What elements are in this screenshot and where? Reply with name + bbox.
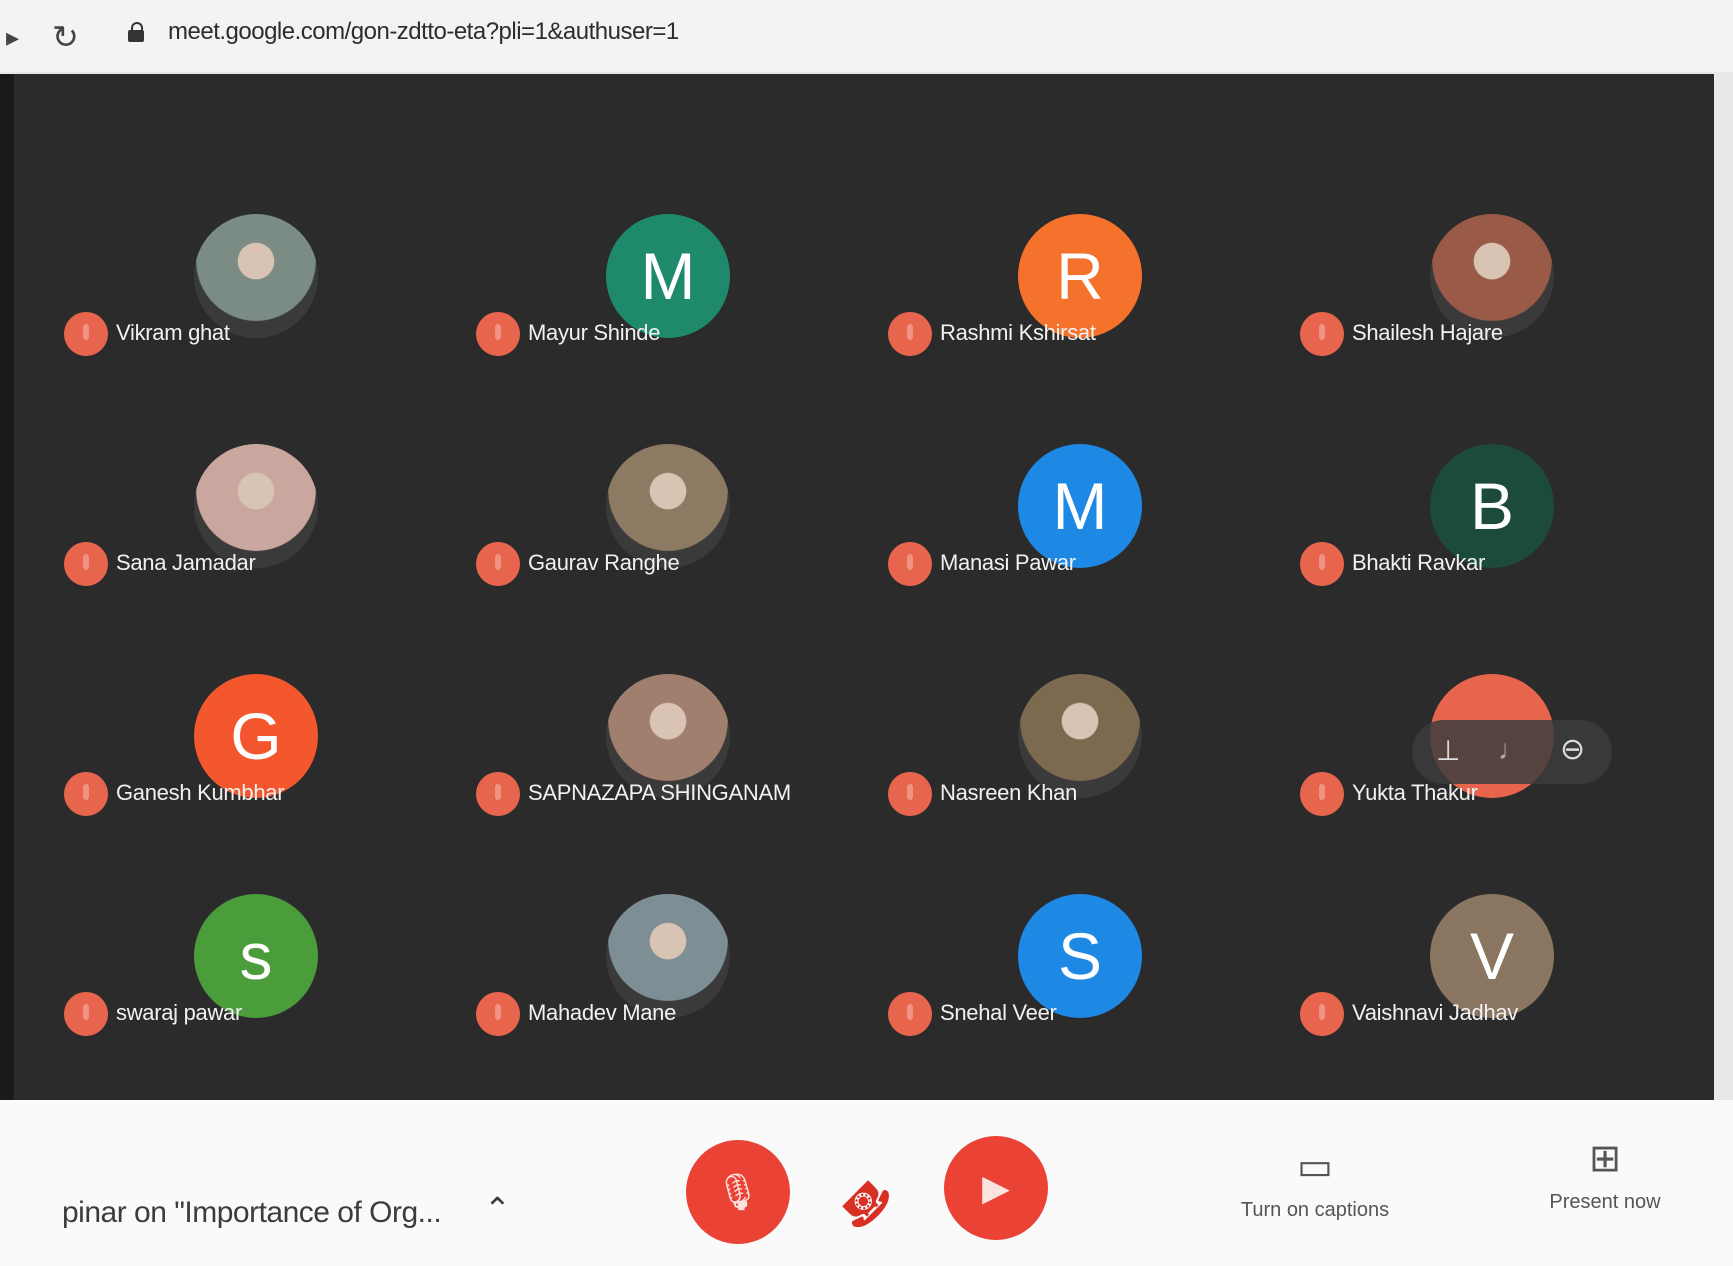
- participant-name: Bhakti Ravkar: [1352, 550, 1486, 575]
- participant-name: Rashmi Kshirsat: [940, 320, 1096, 345]
- participant-name: Mahadev Mane: [528, 1000, 677, 1025]
- muted-mic-icon: [476, 772, 520, 816]
- participant-name: SAPNAZAPA SHINGANAM: [528, 780, 791, 805]
- muted-mic-icon: [64, 772, 108, 816]
- participant-tile[interactable]: Yukta Thakur: [1290, 594, 1710, 824]
- participant-tile[interactable]: M Manasi Pawar: [878, 364, 1298, 594]
- participant-grid: V Vaishnavi Jadhav S Snehal Veer Mahadev Man…: [14, 74, 1714, 1100]
- participant-name: Snehal Veer: [940, 1000, 1057, 1025]
- muted-mic-icon: [888, 312, 932, 356]
- captions-button[interactable]: ▭ Turn on captions: [1210, 1144, 1420, 1222]
- present-label: Present now: [1549, 1191, 1661, 1213]
- participant-tile[interactable]: S Snehal Veer: [878, 814, 1298, 1044]
- muted-mic-icon: [1300, 542, 1344, 586]
- muted-mic-icon: [64, 312, 108, 356]
- participant-name: Nasreen Khan: [940, 780, 1078, 805]
- present-now-button[interactable]: ⊞ Present now: [1520, 1136, 1690, 1214]
- muted-mic-icon: [888, 772, 932, 816]
- reload-icon[interactable]: ↻: [52, 18, 79, 56]
- participant-tile[interactable]: s swaraj pawar: [54, 814, 474, 1044]
- remove-icon[interactable]: ⊖: [1560, 732, 1585, 767]
- participant-tile[interactable]: G Ganesh Kumbhar: [54, 594, 474, 824]
- url-field[interactable]: meet.google.com/gon-zdtto-eta?pli=1&auth…: [168, 18, 679, 46]
- captions-icon: ▭: [1297, 1146, 1333, 1188]
- participant-tile[interactable]: Mahadev Mane: [466, 814, 886, 1044]
- participant-name: Vikram ghat: [116, 320, 230, 345]
- participant-hover-controls[interactable]: ⊥ ♩ ⊖: [1412, 720, 1612, 784]
- hang-up-icon[interactable]: ☎: [828, 1166, 903, 1241]
- muted-mic-icon: [64, 542, 108, 586]
- muted-mic-icon: [1300, 772, 1344, 816]
- muted-mic-icon: [476, 542, 520, 586]
- mic-off-icon: 🎙︎: [715, 1171, 761, 1212]
- meeting-controls-bar: pinar on "Importance of Org... ⌃ 🎙︎ ☎ ▶︎…: [0, 1100, 1733, 1266]
- participant-name: Ganesh Kumbhar: [116, 780, 285, 805]
- present-icon: ⊞: [1589, 1138, 1621, 1180]
- camera-button[interactable]: ▶︎: [944, 1136, 1048, 1240]
- participant-tile[interactable]: R Rashmi Kshirsat: [878, 134, 1298, 364]
- participant-tile[interactable]: V Vaishnavi Jadhav: [1290, 814, 1710, 1044]
- muted-mic-icon: [1300, 992, 1344, 1036]
- meeting-title[interactable]: pinar on "Importance of Org...: [62, 1196, 442, 1230]
- muted-mic-icon: [64, 992, 108, 1036]
- participant-name: Manasi Pawar: [940, 550, 1076, 575]
- participant-name: Vaishnavi Jadhav: [1352, 1000, 1519, 1025]
- participant-tile[interactable]: Nasreen Khan: [878, 594, 1298, 824]
- pin-icon[interactable]: ⊥: [1436, 734, 1460, 767]
- participant-name: Sana Jamadar: [116, 550, 256, 575]
- participant-tile[interactable]: Shailesh Hajare: [1290, 134, 1710, 364]
- participant-tile[interactable]: Gaurav Ranghe: [466, 364, 886, 594]
- muted-mic-icon: [476, 992, 520, 1036]
- muted-mic-icon: [888, 542, 932, 586]
- participant-name: Shailesh Hajare: [1352, 320, 1503, 345]
- participant-tile[interactable]: M Mayur Shinde: [466, 134, 886, 364]
- participant-name: Gaurav Ranghe: [528, 550, 680, 575]
- browser-address-bar: ▸ ↻ meet.google.com/gon-zdtto-eta?pli=1&…: [0, 0, 1733, 72]
- participant-tile[interactable]: Sana Jamadar: [54, 364, 474, 594]
- muted-mic-icon: [1300, 312, 1344, 356]
- camera-off-icon: ▶︎: [982, 1167, 1010, 1208]
- microphone-button[interactable]: 🎙︎: [686, 1140, 790, 1244]
- participant-tile[interactable]: SAPNAZAPA SHINGANAM: [466, 594, 886, 824]
- participant-name: swaraj pawar: [116, 1000, 243, 1025]
- mute-participant-icon[interactable]: ♩: [1498, 734, 1526, 766]
- participant-tile[interactable]: Vikram ghat: [54, 134, 474, 364]
- participant-tile[interactable]: B Bhakti Ravkar: [1290, 364, 1710, 594]
- captions-label: Turn on captions: [1240, 1199, 1390, 1221]
- window-edge: [0, 74, 14, 1174]
- lock-icon: [128, 22, 144, 42]
- forward-icon[interactable]: ▸: [6, 22, 19, 53]
- muted-mic-icon: [888, 992, 932, 1036]
- muted-mic-icon: [476, 312, 520, 356]
- participant-name: Mayur Shinde: [528, 320, 661, 345]
- chevron-up-icon[interactable]: ⌃: [484, 1190, 511, 1228]
